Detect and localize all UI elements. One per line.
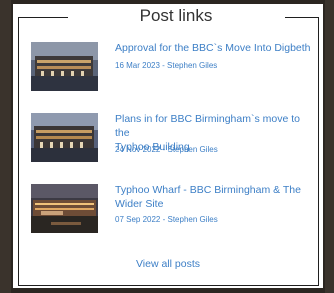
post-date-3: 07 Sep 2022 [115,215,161,224]
post-author-1: Stephen Giles [167,61,218,70]
post-thumbnail-1[interactable] [31,42,98,91]
title-rule-left [18,17,68,18]
right-frame [325,0,334,293]
post-date-1: 16 Mar 2023 [115,61,160,70]
post-meta-2: 24 Nov 2022 - Stephen Giles [115,144,218,155]
post-meta-separator-1: - [159,61,168,70]
post-title-3[interactable]: Typhoo Wharf - BBC Birmingham & The Wide… [115,183,315,211]
post-title-1-line-1[interactable]: Approval for the BBC`s Move Into Digbeth [115,42,311,54]
post-links-widget: Post links Approval for the BBC`s Move I… [13,4,323,288]
title-rule-right [285,17,318,18]
post-item-2[interactable]: Plans in for BBC Birmingham`s move to th… [31,113,311,165]
post-item-1[interactable]: Approval for the BBC`s Move Into Digbeth… [31,42,311,94]
post-author-3: Stephen Giles [167,215,218,224]
post-thumbnail-2[interactable] [31,113,98,162]
post-thumbnail-3[interactable] [31,184,98,233]
post-title-2-line-1[interactable]: Plans in for BBC Birmingham`s move to th… [115,112,315,140]
widget-title: Post links [139,6,213,25]
post-meta-3: 07 Sep 2022 - Stephen Giles [115,214,218,225]
post-item-3[interactable]: Typhoo Wharf - BBC Birmingham & The Wide… [31,184,311,236]
post-date-2: 24 Nov 2022 [115,145,161,154]
post-title-3-line-1[interactable]: Typhoo Wharf - BBC Birmingham & The [115,183,315,197]
post-title-1[interactable]: Approval for the BBC`s Move Into Digbeth [115,41,315,55]
post-meta-1: 16 Mar 2023 - Stephen Giles [115,60,217,71]
post-title-3-line-2[interactable]: Wider Site [115,197,315,211]
view-all-posts-link[interactable]: View all posts [13,258,323,270]
left-frame [0,0,11,293]
post-author-2: Stephen Giles [167,145,218,154]
